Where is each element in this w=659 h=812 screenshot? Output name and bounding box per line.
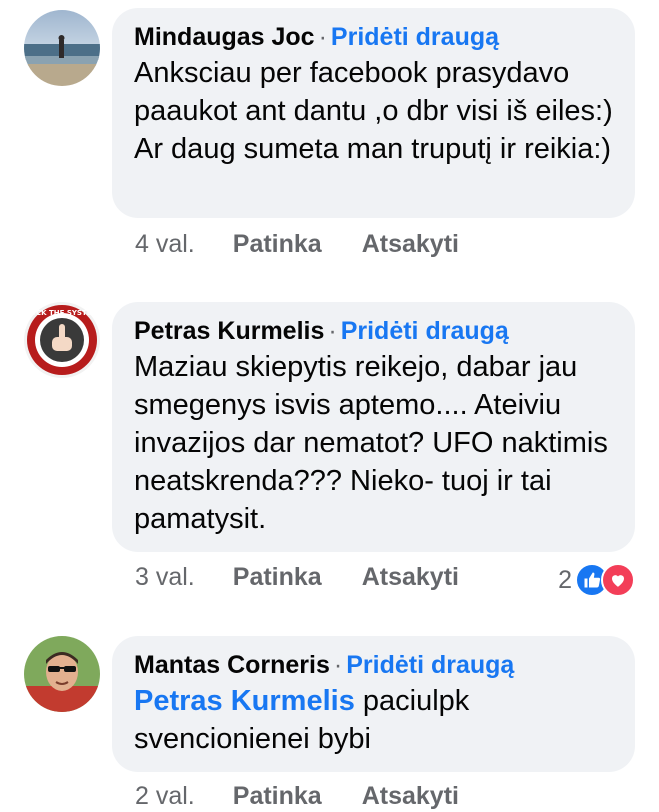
comment-bubble: Petras Kurmelis · Pridėti draugą Maziau sk… bbox=[112, 302, 635, 552]
comment-header: Mantas Corneris · Pridėti draugą bbox=[134, 648, 617, 682]
reply-button[interactable]: Atsakyti bbox=[362, 563, 459, 592]
like-button[interactable]: Patinka bbox=[233, 230, 322, 259]
comment-text: Petras Kurmelis paciulpk svencionienei b… bbox=[134, 682, 617, 758]
comment-actions: 3 val. Patinka Atsakyti bbox=[135, 563, 459, 592]
comment-author[interactable]: Petras Kurmelis bbox=[134, 317, 324, 345]
separator-dot: · bbox=[318, 23, 327, 51]
add-friend-link[interactable]: Pridėti draugą bbox=[341, 317, 509, 345]
comment-bubble: Mantas Corneris · Pridėti draugą Petras Ku… bbox=[112, 636, 635, 772]
avatar-logo-text: FUCK THE SYSTEM bbox=[26, 309, 99, 317]
comment-actions: 4 val. Patinka Atsakyti bbox=[135, 230, 459, 259]
separator-dot: · bbox=[333, 651, 343, 679]
comment-header: Petras Kurmelis · Pridėti draugą bbox=[134, 314, 617, 348]
like-button[interactable]: Patinka bbox=[233, 782, 322, 811]
like-button[interactable]: Patinka bbox=[233, 563, 322, 592]
reaction-count: 2 bbox=[558, 565, 572, 594]
comment-text: Maziau skiepytis reikejo, dabar jau smeg… bbox=[134, 351, 608, 535]
comment-timestamp[interactable]: 2 val. bbox=[135, 782, 195, 811]
avatar[interactable] bbox=[24, 636, 100, 712]
avatar[interactable]: FUCK THE SYSTEM bbox=[24, 302, 100, 378]
comment-timestamp[interactable]: 4 val. bbox=[135, 230, 195, 259]
mention-link[interactable]: Petras Kurmelis bbox=[134, 685, 355, 717]
comment-actions: 2 val. Patinka Atsakyti bbox=[135, 782, 459, 811]
add-friend-link[interactable]: Pridėti draugą bbox=[331, 23, 499, 51]
reaction-summary[interactable]: 2 bbox=[558, 563, 635, 597]
avatar[interactable] bbox=[24, 10, 100, 86]
reply-button[interactable]: Atsakyti bbox=[362, 782, 459, 811]
comment-header: Mindaugas Joc · Pridėti draugą bbox=[134, 20, 617, 54]
comment-text: Anksciau per facebook prasydavo paaukot … bbox=[134, 57, 613, 165]
comment-bubble: Mindaugas Joc · Pridėti draugą Anksciau pe… bbox=[112, 8, 635, 218]
reply-button[interactable]: Atsakyti bbox=[362, 230, 459, 259]
love-icon bbox=[601, 563, 635, 597]
comment-author[interactable]: Mantas Corneris bbox=[134, 651, 330, 679]
separator-dot: · bbox=[328, 317, 337, 345]
add-friend-link[interactable]: Pridėti draugą bbox=[346, 651, 514, 679]
comment-timestamp[interactable]: 3 val. bbox=[135, 563, 195, 592]
comment-author[interactable]: Mindaugas Joc bbox=[134, 23, 315, 51]
